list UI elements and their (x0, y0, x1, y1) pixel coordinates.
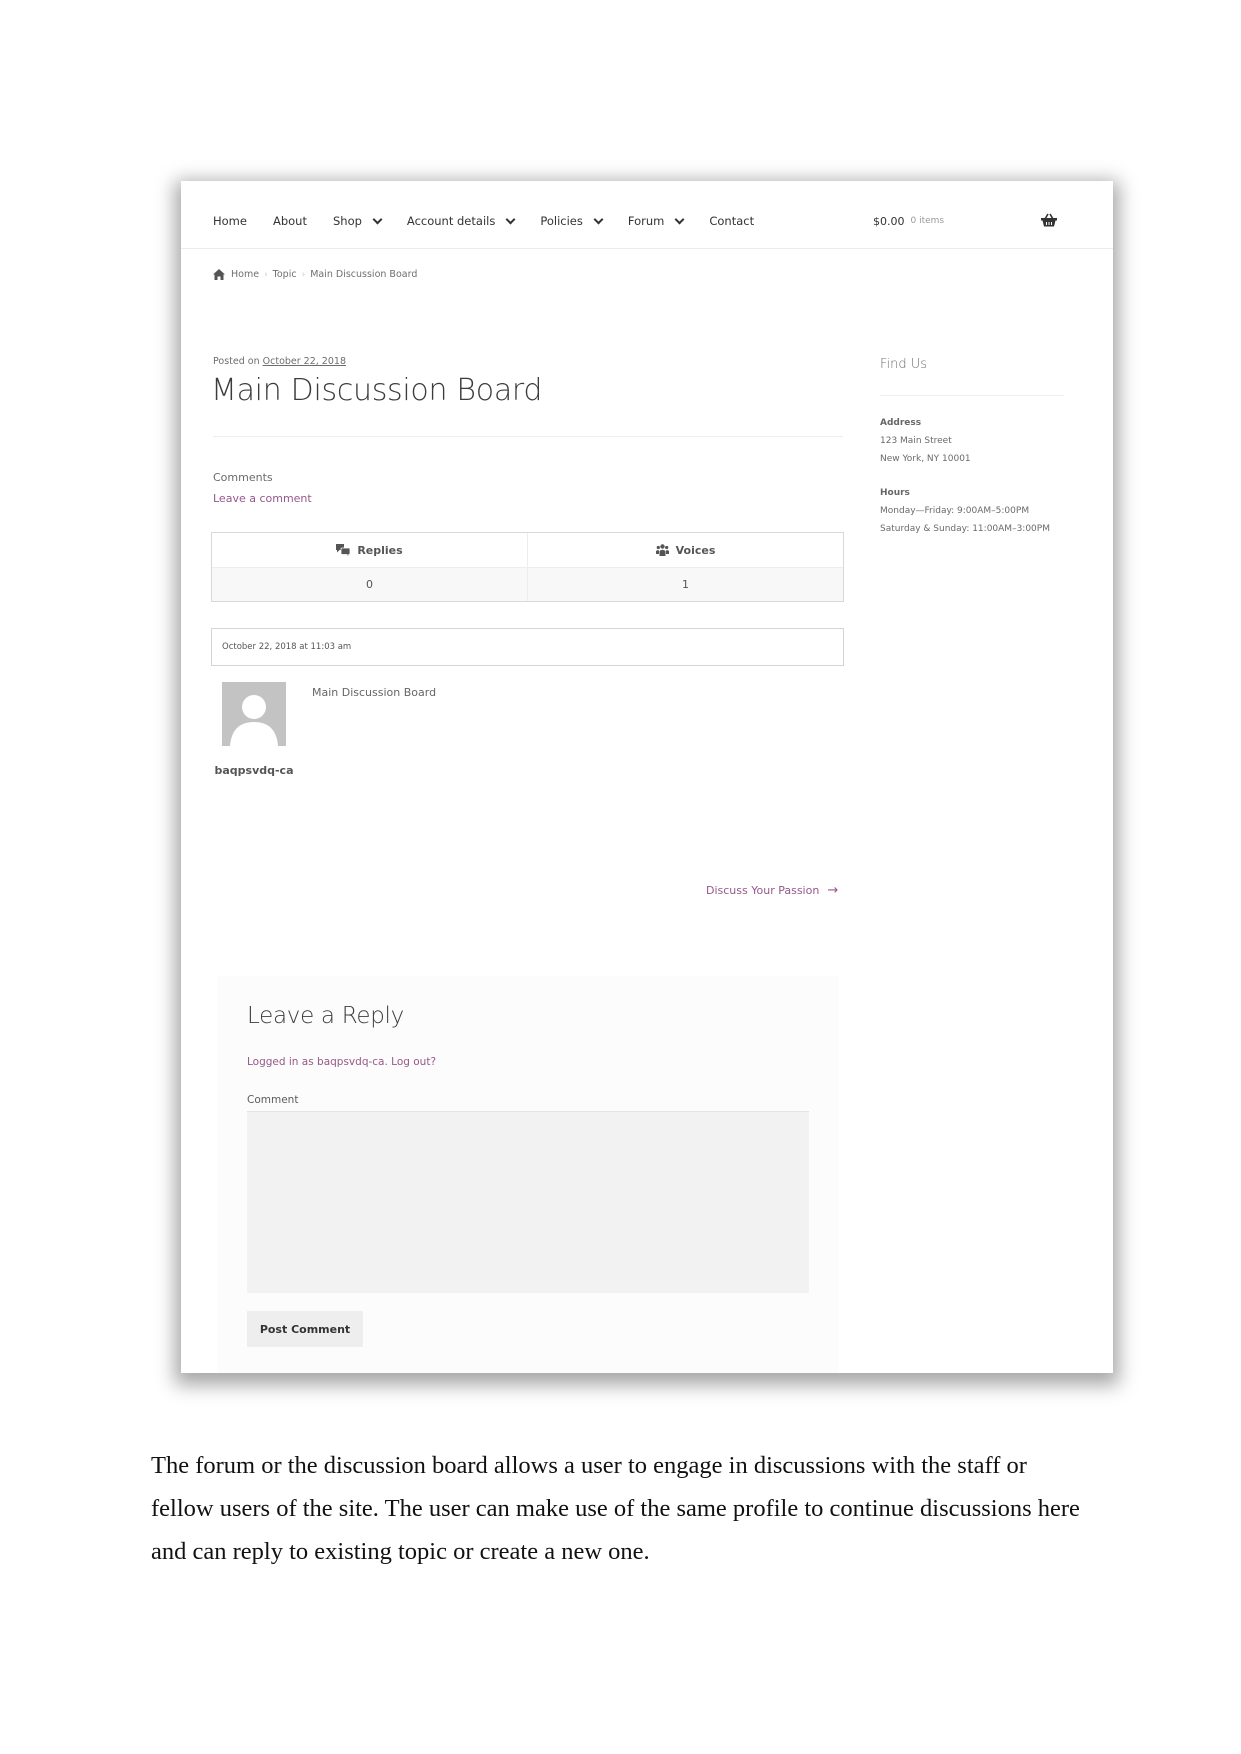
avatar[interactable] (222, 682, 286, 746)
nav-label: Shop (332, 214, 362, 228)
address-line: New York, NY 10001 (880, 454, 971, 464)
breadcrumb-current: Main Discussion Board (310, 269, 418, 280)
nav-item-shop[interactable]: Shop (332, 214, 383, 228)
header-divider (181, 248, 1113, 249)
logout-link[interactable]: Log out? (391, 1056, 436, 1068)
topic-stats-table: Replies Voices 0 1 (211, 532, 844, 602)
home-icon (213, 269, 225, 280)
nav-item-forum[interactable]: Forum (627, 214, 685, 228)
nav-label: Home (213, 214, 247, 228)
address-label: Address (880, 418, 922, 428)
reply-content: Main Discussion Board (312, 686, 437, 699)
stats-value-row: 0 1 (212, 568, 843, 601)
replies-header: Replies (212, 533, 527, 567)
nav-label: Policies (540, 214, 583, 228)
breadcrumb-home[interactable]: Home (231, 269, 259, 280)
sidebar-divider (880, 395, 1064, 396)
page-title: Main Discussion Board (211, 373, 543, 408)
comment-form: Leave a Reply Logged in as baqpsvdq-ca. … (217, 976, 839, 1373)
breadcrumb-topic[interactable]: Topic (273, 269, 297, 280)
chevron-down-icon (674, 214, 685, 224)
primary-navigation: Home About Shop Account details Policies… (213, 211, 780, 231)
voices-header: Voices (527, 533, 843, 567)
basket-icon[interactable] (1041, 213, 1057, 227)
nav-item-about[interactable]: About (273, 214, 307, 228)
replies-label: Replies (357, 543, 403, 557)
title-divider (213, 436, 843, 437)
chevron-down-icon (505, 214, 516, 224)
post-meta: Posted on October 22, 2018 (213, 356, 346, 367)
post-comment-button[interactable]: Post Comment (247, 1311, 363, 1347)
breadcrumb-separator: › (264, 269, 268, 280)
reply-form-title: Leave a Reply (247, 1003, 404, 1029)
cart-count: 0 items (910, 216, 945, 226)
nav-label: Account details (406, 214, 496, 228)
replies-count: 0 (366, 578, 373, 591)
cart-total: $0.00 (873, 214, 905, 228)
reply-timestamp-bar: October 22, 2018 at 11:03 am (211, 628, 844, 666)
nav-label: Contact (709, 214, 755, 228)
hours-line: Monday—Friday: 9:00AM–5:00PM (880, 506, 1030, 516)
document-paragraph: The forum or the discussion board allows… (151, 1452, 1080, 1565)
voices-label: Voices (675, 543, 716, 557)
nav-label: About (272, 214, 307, 228)
logged-in-notice: Logged in as baqpsvdq-ca. Log out? (247, 1056, 436, 1068)
next-topic-link[interactable]: Discuss Your Passion → (706, 883, 838, 898)
nav-item-policies[interactable]: Policies (540, 214, 604, 228)
nav-item-contact[interactable]: Contact (709, 214, 754, 228)
posted-prefix: Posted on (213, 356, 260, 367)
leave-comment-link[interactable]: Leave a comment (213, 492, 312, 505)
profile-link[interactable]: Logged in as baqpsvdq-ca. (247, 1056, 388, 1068)
nav-item-home[interactable]: Home (213, 214, 247, 228)
comments-icon (336, 544, 351, 556)
address-line: 123 Main Street (880, 436, 952, 446)
cart-summary[interactable]: $0.00 0 items (873, 211, 944, 231)
nav-label: Forum (627, 214, 665, 228)
next-topic-label: Discuss Your Passion (706, 884, 820, 897)
reply-timestamp[interactable]: October 22, 2018 at 11:03 am (222, 642, 351, 652)
hours-label: Hours (880, 488, 910, 498)
users-icon (655, 544, 669, 556)
reply-author[interactable]: baqpsvdq-ca (213, 761, 295, 780)
breadcrumb-separator: › (301, 269, 306, 280)
nav-item-account-details[interactable]: Account details (406, 214, 516, 228)
arrow-right-icon: → (827, 883, 839, 898)
user-silhouette-icon (230, 695, 278, 746)
post-date-link[interactable]: October 22, 2018 (263, 356, 346, 367)
comment-input[interactable] (247, 1111, 809, 1293)
chevron-down-icon (372, 214, 383, 224)
hours-line: Saturday & Sunday: 11:00AM–3:00PM (880, 524, 1050, 534)
comments-label: Comments (213, 471, 273, 484)
website-screenshot: Home About Shop Account details Policies… (181, 181, 1113, 1373)
stats-header-row: Replies Voices (212, 533, 843, 568)
comment-label: Comment (247, 1094, 299, 1106)
chevron-down-icon (593, 214, 604, 224)
sidebar-widget-title: Find Us (880, 357, 928, 372)
voices-count: 1 (527, 568, 843, 601)
breadcrumb: Home › Topic › Main Discussion Board (213, 269, 417, 280)
